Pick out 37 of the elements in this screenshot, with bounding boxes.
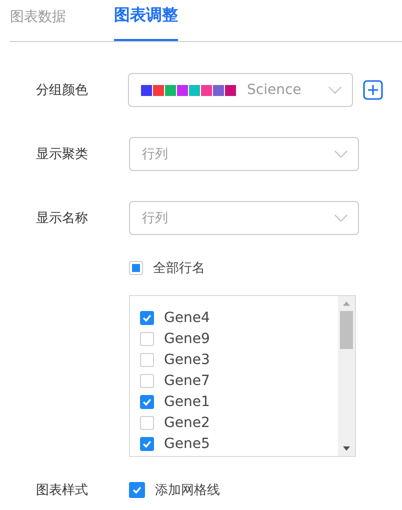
color-scheme-select[interactable]: Science [128, 73, 353, 107]
field-label: 显示名称 [35, 210, 89, 227]
caret-icon [334, 214, 348, 222]
checkbox[interactable] [140, 310, 154, 324]
scroll-up-icon[interactable] [343, 301, 350, 306]
checkbox-label: 添加网格线 [155, 482, 220, 499]
checkbox[interactable] [140, 352, 154, 366]
checkbox[interactable] [140, 374, 154, 388]
scrollbar-thumb[interactable] [340, 311, 353, 349]
gene-label: Gene1 [164, 394, 210, 410]
add-icon[interactable] [363, 80, 383, 100]
gene-label: Gene9 [164, 330, 210, 346]
tab[interactable]: 图表数据 [10, 0, 66, 39]
cluster-select[interactable]: 行列 [129, 137, 359, 171]
gene-label: Gene5 [164, 436, 210, 452]
caret-icon [334, 150, 348, 158]
gene-label: Gene3 [164, 352, 210, 368]
gene-label: Gene4 [164, 310, 210, 326]
caret-icon [328, 86, 342, 94]
checkmark-icon [131, 484, 143, 496]
field-label: 显示聚类 [35, 146, 89, 163]
checkbox[interactable] [129, 261, 143, 275]
tab[interactable]: 图表调整 [114, 0, 178, 41]
gene-label: Gene7 [164, 372, 210, 388]
checkbox[interactable] [140, 416, 154, 430]
checkbox[interactable] [140, 332, 154, 346]
gene-label: Gene2 [164, 414, 210, 430]
field-label: 图表样式 [35, 482, 89, 499]
checkbox[interactable] [140, 394, 154, 408]
names-select[interactable]: 行列 [129, 201, 359, 235]
scroll-down-icon[interactable] [343, 446, 350, 451]
checkbox[interactable] [129, 482, 145, 498]
scrollbar[interactable] [338, 296, 355, 456]
select-value: Science [247, 82, 302, 98]
checkbox-label: 全部行名 [153, 260, 205, 277]
field-label: 分组颜色 [35, 82, 89, 99]
checkbox[interactable] [140, 436, 154, 450]
